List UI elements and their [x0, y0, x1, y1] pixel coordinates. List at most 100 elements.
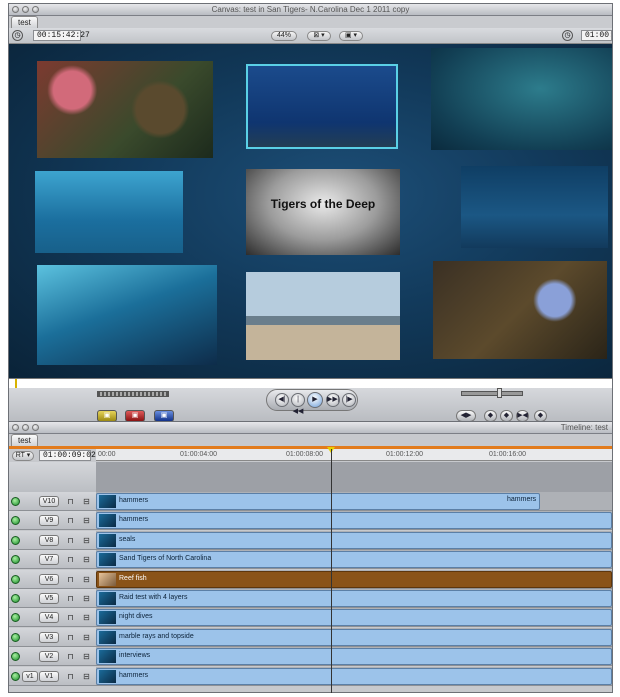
track-row-v2[interactable]: interviews: [96, 647, 612, 666]
timeline-clip[interactable]: marble rays and topside: [96, 629, 612, 646]
timeline-clip[interactable]: Raid test with 4 layers: [96, 590, 612, 607]
zoom-icon[interactable]: [32, 424, 39, 431]
track-row-v7[interactable]: Sand Tigers of North Carolina: [96, 550, 612, 569]
track-visibility-icon[interactable]: [11, 633, 20, 642]
canvas-tab[interactable]: test: [11, 16, 38, 28]
auto-select-icon[interactable]: ⊟: [82, 594, 91, 603]
track-name[interactable]: V2: [39, 651, 59, 662]
lock-icon[interactable]: ⊓: [67, 497, 74, 506]
clip-moray-eel: [37, 61, 213, 158]
title-card: Tigers of the Deep: [246, 169, 400, 255]
source-patch[interactable]: v1: [22, 671, 38, 682]
canvas-viewer[interactable]: Tigers of the Deep: [9, 44, 612, 378]
clip-name: seals: [119, 536, 136, 543]
view-popup[interactable]: ⊠ ▾: [307, 31, 331, 41]
track-name[interactable]: V6: [39, 574, 59, 585]
go-to-out-button[interactable]: |▶: [342, 393, 356, 407]
timeline-ruler[interactable]: 00:00 01:00:04:00 01:00:08:00 01:00:12:0…: [96, 449, 612, 461]
shuttle-control[interactable]: [97, 391, 169, 397]
auto-select-icon[interactable]: ⊟: [82, 652, 91, 661]
clip-fish-school: [246, 64, 398, 149]
rt-popup[interactable]: RT ▾: [12, 451, 34, 461]
track-header-v6: V6 ⊓ ⊟: [9, 570, 96, 589]
timeline-clip[interactable]: hammers: [96, 493, 540, 510]
minimize-icon[interactable]: [22, 424, 29, 431]
track-name[interactable]: V7: [39, 554, 59, 565]
timeline-clip[interactable]: night dives: [96, 609, 612, 626]
timeline-clip[interactable]: hammers: [96, 512, 612, 529]
lock-icon[interactable]: ⊓: [67, 555, 74, 564]
auto-select-icon[interactable]: ⊟: [82, 672, 91, 681]
canvas-titlebar[interactable]: Canvas: test in San Tigers- N.Carolina D…: [9, 4, 612, 16]
clip-thumbnail: [99, 670, 116, 683]
track-visibility-icon[interactable]: [11, 613, 20, 622]
track-row-v4[interactable]: night dives: [96, 608, 612, 627]
timeline-clip[interactable]: Reef fish: [96, 571, 612, 588]
lock-icon[interactable]: ⊓: [67, 613, 74, 622]
display-popup[interactable]: ▣ ▾: [339, 31, 363, 41]
track-visibility-icon[interactable]: [11, 497, 20, 506]
track-row-v8[interactable]: seals: [96, 531, 612, 550]
track-visibility-icon[interactable]: [11, 536, 20, 545]
duration-timecode[interactable]: 00:15:42:27: [33, 30, 90, 41]
auto-select-icon[interactable]: ⊟: [82, 497, 91, 506]
track-name[interactable]: V10: [39, 496, 59, 507]
canvas-window: Canvas: test in San Tigers- N.Carolina D…: [8, 3, 613, 424]
timeline-clip[interactable]: seals: [96, 532, 612, 549]
lock-icon[interactable]: ⊓: [67, 672, 74, 681]
track-row-v1[interactable]: hammers: [96, 667, 612, 686]
go-to-in-button[interactable]: ◀|: [275, 393, 289, 407]
play-button[interactable]: ▶: [307, 392, 323, 408]
close-icon[interactable]: [12, 424, 19, 431]
lock-icon[interactable]: ⊓: [67, 536, 74, 545]
timeline-clip[interactable]: interviews: [96, 648, 612, 665]
timeline-clip[interactable]: hammers: [96, 668, 612, 685]
track-row-v3[interactable]: marble rays and topside: [96, 628, 612, 647]
auto-select-icon[interactable]: ⊟: [82, 575, 91, 584]
previous-edit-button[interactable]: |◀◀: [291, 393, 305, 415]
auto-select-icon[interactable]: ⊟: [82, 516, 91, 525]
track-visibility-icon[interactable]: [11, 672, 20, 681]
track-visibility-icon[interactable]: [11, 652, 20, 661]
clip-thumbnail: [99, 631, 116, 644]
track-name[interactable]: V3: [39, 632, 59, 643]
zoom-popup[interactable]: 44%: [271, 31, 297, 41]
timeline-tab[interactable]: test: [11, 434, 38, 446]
clip-end-label: hammers: [507, 496, 537, 503]
track-row-v10[interactable]: hammers hammers: [96, 492, 612, 511]
track-header-v7: V7 ⊓ ⊟: [9, 550, 96, 569]
jog-knob[interactable]: [497, 388, 502, 398]
jog-control[interactable]: [461, 391, 523, 396]
track-row-v5[interactable]: Raid test with 4 layers: [96, 589, 612, 608]
track-visibility-icon[interactable]: [11, 575, 20, 584]
track-visibility-icon[interactable]: [11, 594, 20, 603]
playhead-marker[interactable]: [15, 379, 19, 388]
timeline-timecode[interactable]: 01:00:09:02: [39, 450, 96, 461]
timeline-clip[interactable]: Sand Tigers of North Carolina: [96, 551, 612, 568]
track-name[interactable]: V9: [39, 515, 59, 526]
auto-select-icon[interactable]: ⊟: [82, 555, 91, 564]
next-edit-button[interactable]: ▶▶|: [326, 393, 340, 407]
track-name[interactable]: V8: [39, 535, 59, 546]
lock-icon[interactable]: ⊓: [67, 516, 74, 525]
lock-icon[interactable]: ⊓: [67, 575, 74, 584]
lock-icon[interactable]: ⊓: [67, 633, 74, 642]
display-icon: ▣ ▾: [344, 32, 358, 39]
clip-thumbnail: [99, 592, 116, 605]
track-name[interactable]: V4: [39, 612, 59, 623]
current-timecode[interactable]: 01:00:09: [581, 30, 612, 41]
track-name[interactable]: V1: [39, 671, 59, 682]
timeline-playhead[interactable]: [331, 449, 332, 693]
auto-select-icon[interactable]: ⊟: [82, 633, 91, 642]
timeline-titlebar[interactable]: Timeline: test: [9, 422, 612, 434]
track-row-v9[interactable]: hammers: [96, 511, 612, 530]
track-visibility-icon[interactable]: [11, 516, 20, 525]
track-row-v6[interactable]: Reef fish: [96, 570, 612, 589]
track-visibility-icon[interactable]: [11, 555, 20, 564]
lock-icon[interactable]: ⊓: [67, 594, 74, 603]
track-name[interactable]: V5: [39, 593, 59, 604]
canvas-scrubber-bar[interactable]: [9, 378, 612, 388]
auto-select-icon[interactable]: ⊟: [82, 536, 91, 545]
auto-select-icon[interactable]: ⊟: [82, 613, 91, 622]
lock-icon[interactable]: ⊓: [67, 652, 74, 661]
